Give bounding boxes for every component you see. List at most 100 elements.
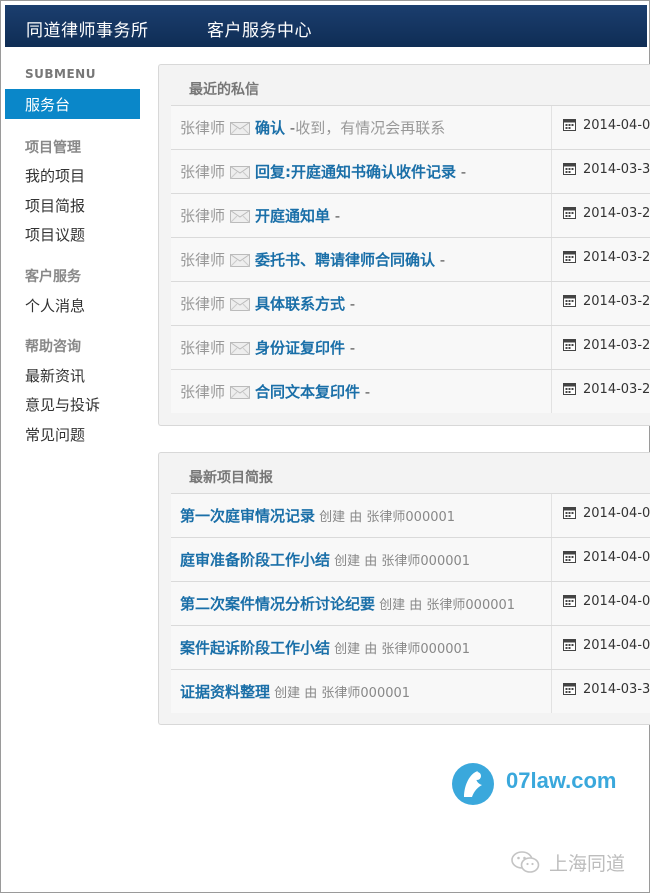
row-divider — [551, 626, 552, 669]
message-date-text: 2014-03-2 — [583, 206, 650, 221]
wechat-icon — [511, 850, 541, 874]
envelope-icon — [230, 209, 251, 223]
message-dash: - — [435, 251, 446, 269]
message-row[interactable]: 张律师 回复:开庭通知书确认收件记录 - 2014-03-3 — [171, 149, 650, 193]
sidebar-item-personal-messages[interactable]: 个人消息 — [25, 295, 85, 316]
brief-date: 2014-04-0 — [563, 550, 650, 565]
envelope-icon — [230, 341, 251, 355]
calendar-icon — [563, 162, 576, 175]
message-title-link[interactable]: 身份证复印件 — [255, 339, 345, 357]
calendar-icon — [563, 638, 576, 651]
message-dash: - — [345, 339, 356, 357]
message-row[interactable]: 张律师 身份证复印件 - 2014-03-2 — [171, 325, 650, 369]
message-dash: - — [360, 383, 371, 401]
wechat-account-name: 上海同道 — [549, 853, 626, 875]
sidebar-item-faq[interactable]: 常见问题 — [25, 424, 85, 445]
message-date-text: 2014-03-2 — [583, 338, 650, 353]
message-excerpt: 收到，有情况会再联系 — [295, 119, 446, 137]
calendar-icon — [563, 118, 576, 131]
brief-title-link[interactable]: 第二次案件情况分析讨论纪要 — [180, 595, 375, 613]
brief-meta: 创建 由 张律师000001 — [375, 598, 516, 613]
calendar-icon — [563, 506, 576, 519]
row-divider — [551, 670, 552, 713]
sidebar-group-project-management: 项目管理 — [25, 140, 81, 156]
message-date: 2014-03-2 — [563, 338, 650, 353]
calendar-icon — [563, 338, 576, 351]
message-date: 2014-03-2 — [563, 382, 650, 397]
brief-date-text: 2014-03-3 — [583, 682, 650, 697]
message-date-text: 2014-03-2 — [583, 382, 650, 397]
brief-title-link[interactable]: 第一次庭审情况记录 — [180, 507, 315, 525]
brief-title-link[interactable]: 庭审准备阶段工作小结 — [180, 551, 330, 569]
brief-date: 2014-03-3 — [563, 682, 650, 697]
message-sender: 张律师 — [180, 295, 226, 313]
row-divider — [551, 370, 552, 413]
row-divider — [551, 150, 552, 193]
recent-messages-title: 最近的私信 — [189, 82, 259, 98]
envelope-icon — [230, 121, 251, 135]
message-sender: 张律师 — [180, 251, 226, 269]
message-sender: 张律师 — [180, 339, 226, 357]
row-divider — [551, 238, 552, 281]
brief-date-text: 2014-04-0 — [583, 550, 650, 565]
row-divider — [551, 494, 552, 537]
row-divider — [551, 194, 552, 237]
brief-meta: 创建 由 张律师000001 — [270, 686, 411, 701]
brief-date-text: 2014-04-0 — [583, 506, 650, 521]
brief-meta: 创建 由 张律师000001 — [330, 642, 471, 657]
envelope-icon — [230, 165, 251, 179]
row-divider — [551, 282, 552, 325]
message-dash: - — [345, 295, 356, 313]
message-row[interactable]: 张律师 开庭通知单 - 2014-03-2 — [171, 193, 650, 237]
calendar-icon — [563, 382, 576, 395]
site-domain: 07law.com — [506, 768, 617, 793]
calendar-icon — [563, 250, 576, 263]
envelope-icon — [230, 297, 251, 311]
message-date-text: 2014-03-2 — [583, 250, 650, 265]
message-title-link[interactable]: 具体联系方式 — [255, 295, 345, 313]
sidebar-group-customer-service: 客户服务 — [25, 269, 81, 285]
calendar-icon — [563, 594, 576, 607]
brief-meta: 创建 由 张律师000001 — [315, 510, 456, 525]
sidebar-item-my-projects[interactable]: 我的项目 — [25, 165, 85, 186]
submenu-title: SUBMENU — [25, 67, 96, 81]
message-date-text: 2014-04-0 — [583, 118, 650, 133]
brand-title[interactable]: 同道律师事务所 — [26, 16, 149, 41]
message-date: 2014-03-2 — [563, 206, 650, 221]
message-date-text: 2014-03-3 — [583, 162, 650, 177]
message-date: 2014-03-2 — [563, 294, 650, 309]
row-divider — [551, 582, 552, 625]
message-title-link[interactable]: 确认 — [255, 119, 285, 137]
brief-row[interactable]: 庭审准备阶段工作小结 创建 由 张律师000001 2014-04-0 — [171, 537, 650, 581]
message-title-link[interactable]: 合同文本复印件 — [255, 383, 360, 401]
row-divider — [551, 538, 552, 581]
law-logo-icon — [450, 761, 496, 807]
message-sender: 张律师 — [180, 163, 226, 181]
brief-row[interactable]: 第二次案件情况分析讨论纪要 创建 由 张律师000001 2014-04-0 — [171, 581, 650, 625]
message-row[interactable]: 张律师 确认 -收到，有情况会再联系 2014-04-0 — [171, 105, 650, 149]
message-sender: 张律师 — [180, 207, 226, 225]
brief-row[interactable]: 证据资料整理 创建 由 张律师000001 2014-03-3 — [171, 669, 650, 713]
calendar-icon — [563, 294, 576, 307]
sidebar-item-service-desk[interactable]: 服务台 — [5, 89, 140, 119]
sidebar-item-latest-news[interactable]: 最新资讯 — [25, 365, 85, 386]
message-row[interactable]: 张律师 合同文本复印件 - 2014-03-2 — [171, 369, 650, 413]
brief-list: 第一次庭审情况记录 创建 由 张律师000001 2014-04-0 庭审准备阶… — [171, 493, 650, 713]
envelope-icon — [230, 385, 251, 399]
message-row[interactable]: 张律师 委托书、聘请律师合同确认 - 2014-03-2 — [171, 237, 650, 281]
message-row[interactable]: 张律师 具体联系方式 - 2014-03-2 — [171, 281, 650, 325]
nav-customer-service-center[interactable]: 客户服务中心 — [207, 16, 312, 41]
sidebar-item-feedback[interactable]: 意见与投诉 — [25, 394, 100, 415]
brief-row[interactable]: 案件起诉阶段工作小结 创建 由 张律师000001 2014-04-0 — [171, 625, 650, 669]
sidebar-item-project-briefs[interactable]: 项目简报 — [25, 195, 85, 216]
brief-title-link[interactable]: 证据资料整理 — [180, 683, 270, 701]
sidebar-item-project-topics[interactable]: 项目议题 — [25, 224, 85, 245]
brief-title-link[interactable]: 案件起诉阶段工作小结 — [180, 639, 330, 657]
message-title-link[interactable]: 开庭通知单 — [255, 207, 330, 225]
brief-row[interactable]: 第一次庭审情况记录 创建 由 张律师000001 2014-04-0 — [171, 493, 650, 537]
message-title-link[interactable]: 委托书、聘请律师合同确认 — [255, 251, 435, 269]
row-divider — [551, 106, 552, 149]
message-title-link[interactable]: 回复:开庭通知书确认收件记录 — [255, 163, 456, 181]
message-date: 2014-03-2 — [563, 250, 650, 265]
recent-messages-panel: 最近的私信 张律师 确认 -收到，有情况会再联系 2014-04-0 张律师 回复:… — [158, 64, 650, 426]
